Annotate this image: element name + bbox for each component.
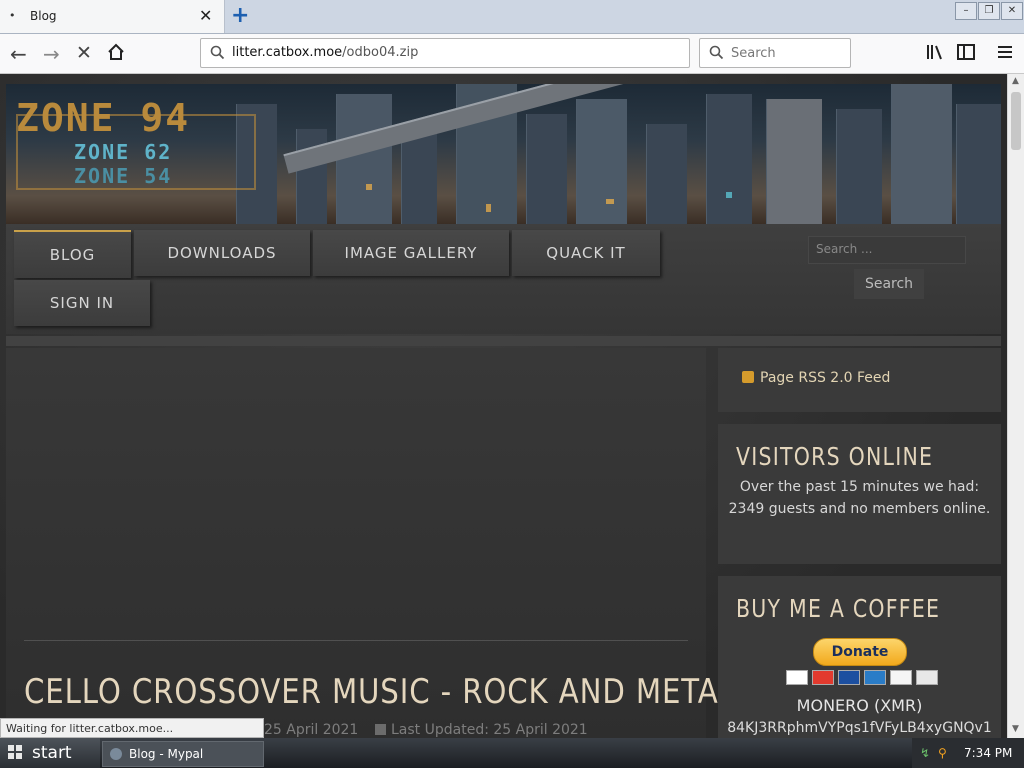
amex-icon <box>864 670 886 685</box>
coffee-heading: BUY ME A COFFEE <box>736 594 941 623</box>
browser-search-field[interactable]: Search <box>699 38 851 68</box>
clock[interactable]: 7:34 PM <box>964 738 1012 768</box>
tab-title: Blog <box>30 9 57 23</box>
menu-item-image-gallery[interactable]: IMAGE GALLERY <box>313 230 509 276</box>
scrollbar-thumb[interactable] <box>1011 92 1021 150</box>
navigation-toolbar: ← → ✕ litter.catbox.moe/odbo04.zip Searc… <box>0 34 1024 74</box>
article-panel: CELLO CROSSOVER MUSIC - ROCK AND METAL 2… <box>6 348 735 738</box>
url-text: litter.catbox.moe/odbo04.zip <box>232 45 418 60</box>
article-separator <box>24 640 688 641</box>
browser-search-placeholder: Search <box>731 46 776 61</box>
back-arrow-icon[interactable]: ← <box>10 42 27 66</box>
home-icon[interactable] <box>107 42 125 66</box>
search-tray-icon[interactable]: ⚲ <box>938 738 947 768</box>
page-scrollbar[interactable]: ▲ ▼ <box>1007 74 1024 738</box>
start-label: start <box>32 743 72 763</box>
system-tray: ↯ ⚲ 7:34 PM <box>912 738 1024 768</box>
article-title[interactable]: CELLO CROSSOVER MUSIC - ROCK AND METAL <box>24 672 736 712</box>
tab-strip: • Blog ✕ + – ❐ ✕ <box>0 0 1024 34</box>
new-tab-icon[interactable]: + <box>231 3 249 28</box>
site-search-input[interactable]: Search ... <box>808 236 966 264</box>
start-button[interactable]: start <box>0 738 100 768</box>
menu-item-sign-in[interactable]: SIGN IN <box>14 280 150 326</box>
scroll-up-icon[interactable]: ▲ <box>1012 76 1019 86</box>
article-updated-date: Last Updated: 25 April 2021 <box>375 722 588 738</box>
visitors-widget: VISITORS ONLINE Over the past 15 minutes… <box>718 424 1001 564</box>
browser-status-text: Waiting for litter.catbox.moe... <box>0 718 264 738</box>
windows-flag-icon <box>8 745 22 759</box>
sidebar-toggle-icon[interactable] <box>957 44 975 64</box>
network-icon[interactable]: ↯ <box>920 738 930 768</box>
taskbar-item-label: Blog - Mypal <box>129 747 204 761</box>
search-icon <box>709 45 724 60</box>
search-icon <box>210 45 225 60</box>
scroll-down-icon[interactable]: ▼ <box>1012 724 1019 734</box>
payment-cards <box>786 670 942 689</box>
rss-icon <box>742 371 754 383</box>
url-path: /odbo04.zip <box>342 45 419 60</box>
discover-icon <box>890 670 912 685</box>
section-divider <box>6 336 1001 346</box>
monero-address[interactable]: 84KJ3RRphmVYPqs1fVFyLB4xyGNQv1 <box>718 720 1001 736</box>
site-search-placeholder: Search ... <box>816 242 873 256</box>
menu-item-downloads[interactable]: DOWNLOADS <box>134 230 310 276</box>
taskbar-item-browser[interactable]: Blog - Mypal <box>102 741 264 767</box>
restore-window-icon[interactable]: ❐ <box>978 2 1000 20</box>
os-taskbar: start Blog - Mypal ↯ ⚲ 7:34 PM <box>0 738 1024 768</box>
url-bar[interactable]: litter.catbox.moe/odbo04.zip <box>200 38 690 68</box>
tab-blog[interactable]: • Blog ✕ <box>0 0 225 33</box>
main-menu: BLOG DOWNLOADS IMAGE GALLERY QUACK IT SI… <box>6 224 1001 334</box>
logo-subtitle-1: ZONE 62 <box>74 140 173 164</box>
article-published-date: 25 April 2021 <box>264 722 359 738</box>
menu-item-blog[interactable]: BLOG <box>14 230 131 278</box>
browser-app-icon <box>110 748 122 760</box>
site-logo[interactable]: ZONE 94 <box>16 96 190 140</box>
stop-loading-icon[interactable]: ✕ <box>76 42 92 64</box>
library-icon[interactable] <box>926 44 944 64</box>
forward-arrow-icon[interactable]: → <box>43 42 60 66</box>
paypal-donate-button[interactable]: Donate <box>813 638 907 666</box>
monero-label: MONERO (XMR) <box>796 696 923 715</box>
menu-item-quack-it[interactable]: QUACK IT <box>512 230 660 276</box>
minimize-window-icon[interactable]: – <box>955 2 977 20</box>
bank-card-icon <box>916 670 938 685</box>
mastercard-icon <box>812 670 834 685</box>
web-page: ZONE 94 ZONE 62 ZONE 54 BLOG DOWNLOADS I… <box>0 74 1007 738</box>
visitors-heading: VISITORS ONLINE <box>736 442 934 471</box>
calendar-icon <box>375 724 386 735</box>
visitors-text: Over the past 15 minutes we had: 2349 gu… <box>728 479 991 517</box>
logo-subtitle-2: ZONE 54 <box>74 164 173 188</box>
hamburger-menu-icon[interactable] <box>997 44 1013 64</box>
rss-widget: Page RSS 2.0 Feed <box>718 348 1001 412</box>
maestro-icon <box>838 670 860 685</box>
tab-loading-indicator: • <box>9 9 16 22</box>
site-banner: ZONE 94 ZONE 62 ZONE 54 <box>6 84 1001 224</box>
rss-feed-link[interactable]: Page RSS 2.0 Feed <box>742 370 890 386</box>
site-search-button[interactable]: Search <box>854 269 924 299</box>
close-window-icon[interactable]: ✕ <box>1001 2 1023 20</box>
coffee-widget: BUY ME A COFFEE Donate MONERO (XMR) 84KJ… <box>718 576 1001 738</box>
close-tab-icon[interactable]: ✕ <box>199 6 212 25</box>
visa-card-icon <box>786 670 808 685</box>
url-domain: litter.catbox.moe <box>232 45 343 60</box>
